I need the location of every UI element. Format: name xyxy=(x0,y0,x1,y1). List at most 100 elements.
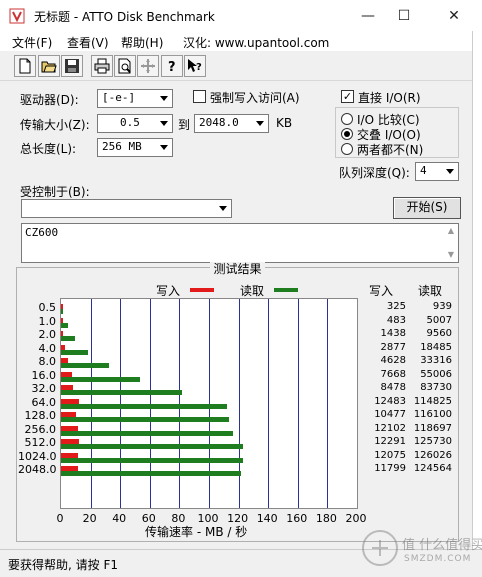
print-button[interactable] xyxy=(91,55,113,77)
write-value: 4628 xyxy=(380,355,406,366)
watermark-text: 值 什么值得买 xyxy=(402,538,482,553)
y-tick-label: 128.0 xyxy=(24,409,57,422)
help-button[interactable]: ? xyxy=(161,55,183,77)
chevron-down-icon[interactable] xyxy=(216,201,230,216)
new-button[interactable] xyxy=(14,55,36,77)
context-help-button[interactable]: ? xyxy=(184,55,206,77)
bar-read xyxy=(61,349,88,355)
write-value: 12075 xyxy=(374,449,406,461)
scroll-up-icon[interactable]: ▲ xyxy=(446,227,456,235)
read-value: 33316 xyxy=(420,355,452,366)
svg-text:?: ? xyxy=(196,62,202,73)
force-write-checkbox[interactable] xyxy=(193,90,206,103)
total-length-select[interactable]: 256 MB xyxy=(97,138,173,157)
write-value: 12291 xyxy=(374,436,406,447)
bar-read xyxy=(61,376,141,382)
legend-read-label: 读取 xyxy=(240,284,265,298)
context-help-icon: ? xyxy=(188,59,202,73)
bar-read xyxy=(61,457,244,463)
legend-write-label: 写入 xyxy=(156,284,181,298)
controlled-by-select[interactable] xyxy=(21,199,232,218)
grid-line xyxy=(239,299,240,508)
read-value: 118697 xyxy=(413,422,452,434)
results-title: 测试结果 xyxy=(210,262,265,276)
transfer-to-select[interactable]: 2048.0 xyxy=(194,114,269,133)
queue-depth-value: 4 xyxy=(420,164,427,177)
menu-help[interactable]: 帮助(H) xyxy=(121,34,163,51)
menu-bar: 文件(F) 查看(V) 帮助(H) 汉化: www.upantool.com xyxy=(0,31,472,51)
col-read-header: 读取 xyxy=(418,284,443,298)
title-bar: 无标题 - ATTO Disk Benchmark — ☐ ✕ xyxy=(0,0,482,31)
read-value: 124564 xyxy=(413,463,452,474)
scroll-down-icon[interactable]: ▼ xyxy=(446,251,456,259)
legend-write-swatch xyxy=(190,288,214,292)
overlap-io-radio[interactable] xyxy=(341,128,353,140)
queue-depth-select[interactable]: 4 xyxy=(415,162,459,181)
chevron-down-icon[interactable] xyxy=(253,116,267,131)
maximize-button[interactable]: ☐ xyxy=(381,0,427,31)
transfer-from-select[interactable]: 0.5 xyxy=(97,114,173,133)
direct-io-checkbox[interactable]: ✓ xyxy=(341,90,354,103)
menu-file[interactable]: 文件(F) xyxy=(12,34,52,51)
notes-textarea[interactable]: CZ600 ▲ ▼ xyxy=(21,223,459,263)
close-button[interactable]: ✕ xyxy=(431,0,477,31)
x-tick-label: 140 xyxy=(256,512,278,525)
write-value: 12102 xyxy=(374,422,406,434)
read-value: 126026 xyxy=(413,449,452,461)
grid-line xyxy=(298,299,299,508)
y-tick-label: 2048.0 xyxy=(18,463,57,476)
chevron-down-icon[interactable] xyxy=(157,116,171,131)
y-tick-label: 16.0 xyxy=(31,368,57,382)
y-tick-label: 512.0 xyxy=(24,436,57,449)
watermark-subtext: SMZDM.COM xyxy=(404,554,472,564)
read-value: 5007 xyxy=(426,314,452,326)
x-axis-label: 传输速率 - MB / 秒 xyxy=(145,525,248,539)
y-tick-label: 4.0 xyxy=(38,341,57,355)
bar-read xyxy=(61,390,183,395)
write-value: 325 xyxy=(386,301,406,312)
new-icon xyxy=(19,58,31,74)
neither-label: 两者都不(N) xyxy=(357,143,424,157)
move-icon xyxy=(141,59,155,73)
start-button[interactable]: 开始(S) xyxy=(393,197,461,219)
move-button[interactable] xyxy=(137,55,159,77)
grid-line xyxy=(268,299,269,508)
open-button[interactable] xyxy=(38,55,60,77)
menu-view[interactable]: 查看(V) xyxy=(67,34,109,51)
open-icon xyxy=(41,61,57,73)
chevron-down-icon[interactable] xyxy=(443,164,457,179)
read-value: 116100 xyxy=(413,409,452,420)
write-value: 12483 xyxy=(374,395,406,407)
x-tick-label: 20 xyxy=(82,512,97,525)
save-button[interactable] xyxy=(61,55,83,77)
controlled-by-label: 受控制于(B): xyxy=(20,185,90,199)
drive-select[interactable]: [-e-] xyxy=(97,89,173,108)
write-value: 1438 xyxy=(380,328,406,339)
y-tick-label: 1024.0 xyxy=(18,449,57,463)
print-preview-icon xyxy=(118,58,131,74)
read-value: 114825 xyxy=(413,395,452,407)
notes-text: CZ600 xyxy=(25,226,59,239)
bar-read xyxy=(61,309,63,314)
save-icon xyxy=(65,59,79,73)
neither-radio[interactable] xyxy=(341,143,353,155)
grid-line xyxy=(327,299,328,508)
svg-text:?: ? xyxy=(168,60,176,74)
x-tick-label: 0 xyxy=(56,512,64,525)
menu-localization[interactable]: 汉化: www.upantool.com xyxy=(183,34,329,51)
total-length-value: 256 MB xyxy=(102,140,142,153)
queue-depth-label: 队列深度(Q): xyxy=(339,166,410,180)
bar-read xyxy=(61,322,69,328)
x-tick-label: 160 xyxy=(286,512,308,525)
to-label: 到 xyxy=(178,118,191,132)
write-value: 7668 xyxy=(380,368,406,380)
bar-read xyxy=(61,403,227,409)
chevron-down-icon[interactable] xyxy=(157,140,171,155)
print-preview-button[interactable] xyxy=(114,55,136,77)
x-tick-label: 180 xyxy=(315,512,337,525)
chevron-down-icon[interactable] xyxy=(157,91,171,106)
bar-read xyxy=(61,444,243,449)
read-value: 125730 xyxy=(413,436,452,447)
x-tick-label: 40 xyxy=(112,512,127,525)
io-compare-radio[interactable] xyxy=(341,113,353,125)
